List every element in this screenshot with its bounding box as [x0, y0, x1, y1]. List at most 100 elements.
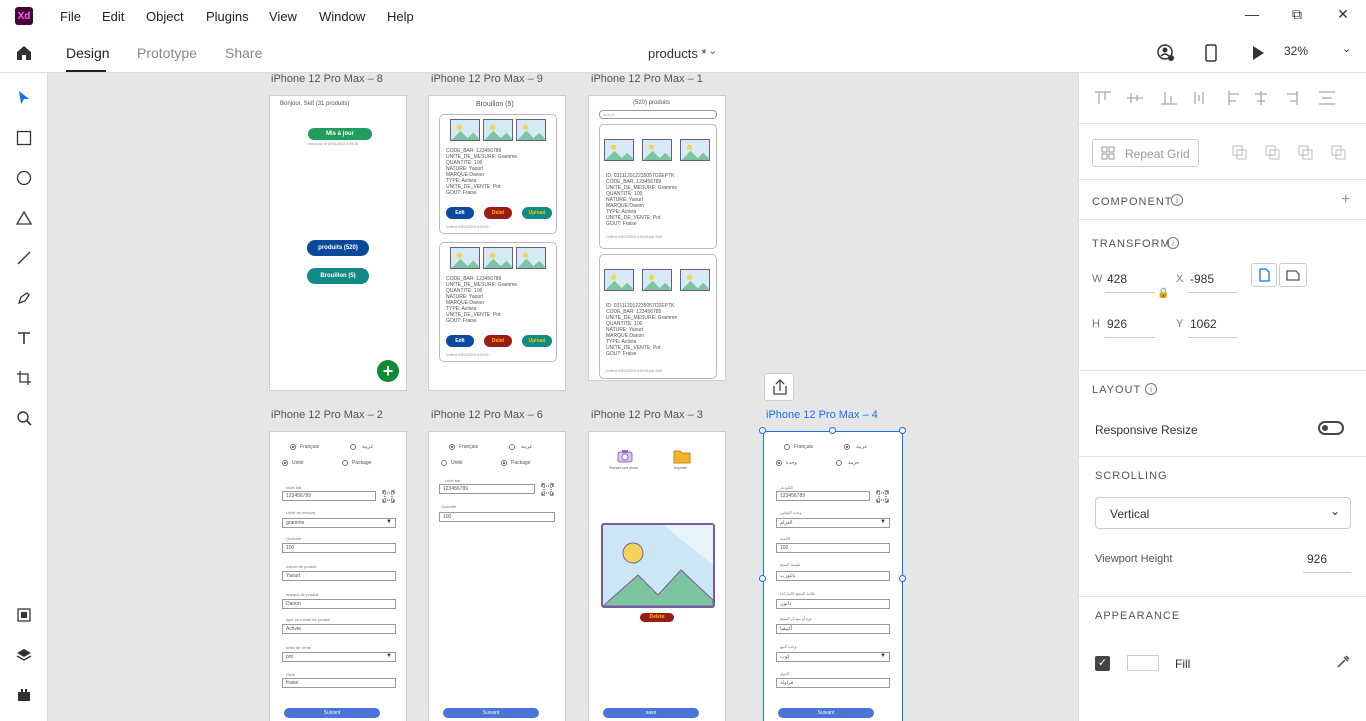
resize-handle[interactable]	[759, 427, 766, 434]
menu-object[interactable]: Object	[146, 9, 184, 24]
artboard-title-selected[interactable]: iPhone 12 Pro Max – 4	[766, 409, 878, 421]
select-tool-icon[interactable]	[14, 88, 34, 108]
camera-icon[interactable]	[617, 449, 633, 463]
radio-french[interactable]	[290, 444, 296, 450]
dropdown-arrow-icon[interactable]: ▼	[386, 519, 392, 525]
barcode-scan-icon[interactable]	[876, 490, 889, 503]
radio-arabic[interactable]	[509, 444, 515, 450]
sale-unit-select[interactable]: pot	[282, 652, 396, 662]
radio-unit[interactable]	[776, 460, 782, 466]
next-button[interactable]: Suivant	[284, 708, 380, 718]
resize-handle[interactable]	[759, 575, 766, 582]
responsive-resize-toggle[interactable]	[1318, 421, 1344, 435]
radio-package[interactable]	[342, 460, 348, 466]
resize-handle[interactable]	[899, 575, 906, 582]
repeat-grid-button[interactable]: Repeat Grid	[1092, 139, 1199, 167]
assets-icon[interactable]	[14, 605, 34, 625]
next-button[interactable]: Suivant	[443, 708, 539, 718]
boolean-ops-icons[interactable]	[1231, 144, 1351, 160]
taste-input[interactable]: fraise	[282, 678, 396, 688]
menu-file[interactable]: File	[60, 9, 81, 24]
close-icon[interactable]: ✕	[1333, 6, 1353, 26]
share-user-icon[interactable]	[1156, 43, 1176, 63]
products-button[interactable]: produits (520)	[307, 240, 369, 256]
artboard-title[interactable]: iPhone 12 Pro Max – 2	[271, 409, 383, 421]
viewport-height-input[interactable]: 926	[1307, 552, 1327, 566]
minimize-icon[interactable]: —	[1242, 6, 1262, 26]
edit-button[interactable]: Edit	[446, 335, 474, 347]
zoom-level[interactable]: 32%	[1284, 44, 1308, 58]
eyedropper-icon[interactable]	[1335, 654, 1351, 670]
menu-help[interactable]: Help	[387, 9, 414, 24]
tab-design[interactable]: Design	[66, 45, 110, 61]
artboard-tool-icon[interactable]	[14, 368, 34, 388]
save-button[interactable]: save	[603, 708, 699, 718]
artboard-home[interactable]: Bonjour, Seif (31 produits) Mis à jour m…	[269, 95, 407, 391]
folder-icon[interactable]	[673, 449, 691, 464]
zoom-tool-icon[interactable]	[14, 408, 34, 428]
document-title[interactable]: products *	[648, 46, 707, 61]
unit-select[interactable]: الغرام	[776, 518, 890, 528]
menu-edit[interactable]: Edit	[102, 9, 124, 24]
canvas[interactable]: iPhone 12 Pro Max – 8 Bonjour, Seif (31 …	[48, 73, 1078, 721]
x-input[interactable]: -985	[1190, 272, 1214, 286]
radio-package[interactable]	[501, 460, 507, 466]
menu-window[interactable]: Window	[319, 9, 365, 24]
artboard-title[interactable]: iPhone 12 Pro Max – 6	[431, 409, 543, 421]
plugins-icon[interactable]	[14, 685, 34, 705]
taste-input[interactable]: فراولة	[776, 678, 890, 688]
update-button[interactable]: Mis à jour	[308, 128, 372, 140]
delete-image-button[interactable]: Delete	[640, 613, 674, 622]
tab-share[interactable]: Share	[225, 45, 262, 61]
quantity-input[interactable]: 100	[439, 512, 555, 522]
barcode-input[interactable]: 123456789	[776, 491, 870, 501]
brand-input[interactable]: Danon	[282, 599, 396, 609]
add-fab-button[interactable]: +	[377, 360, 399, 382]
drafts-button[interactable]: Brouillon (5)	[307, 268, 369, 284]
delete-button[interactable]: Delet	[484, 207, 512, 219]
rectangle-tool-icon[interactable]	[14, 128, 34, 148]
artboard-form-fr[interactable]: Français عربية Unité Package code bar 12…	[269, 431, 407, 721]
scroll-mode-select[interactable]: Vertical ⌄	[1095, 497, 1351, 529]
polygon-tool-icon[interactable]	[14, 208, 34, 228]
artboard-title[interactable]: iPhone 12 Pro Max – 8	[271, 73, 383, 85]
radio-unit[interactable]	[441, 460, 447, 466]
radio-french[interactable]	[449, 444, 455, 450]
ellipse-tool-icon[interactable]	[14, 168, 34, 188]
info-icon[interactable]: i	[1167, 237, 1179, 249]
dropdown-arrow-icon[interactable]: ▼	[880, 519, 886, 525]
radio-arabic[interactable]	[844, 444, 850, 450]
sale-unit-select[interactable]: كوب	[776, 652, 890, 662]
fill-checkbox[interactable]: ✓	[1095, 656, 1110, 671]
menu-view[interactable]: View	[269, 9, 297, 24]
radio-unit[interactable]	[282, 460, 288, 466]
width-input[interactable]: 428	[1107, 272, 1127, 286]
type-input[interactable]: Activia	[282, 624, 396, 634]
restore-icon[interactable]: ⧉	[1287, 6, 1307, 26]
barcode-scan-icon[interactable]	[541, 483, 554, 496]
line-tool-icon[interactable]	[14, 248, 34, 268]
upload-button[interactable]: Upload	[522, 335, 552, 347]
text-tool-icon[interactable]	[14, 328, 34, 348]
info-icon[interactable]: i	[1145, 383, 1157, 395]
dropdown-arrow-icon[interactable]: ▼	[880, 653, 886, 659]
menu-plugins[interactable]: Plugins	[206, 9, 249, 24]
landscape-orientation-icon[interactable]	[1279, 263, 1307, 287]
pen-tool-icon[interactable]	[14, 288, 34, 308]
portrait-orientation-icon[interactable]	[1251, 263, 1277, 287]
artboard-products[interactable]: (520) produits search ID: 03111201223505…	[588, 95, 726, 381]
layers-icon[interactable]	[14, 645, 34, 665]
brand-input[interactable]: دانون	[776, 599, 890, 609]
artboard-form-ar[interactable]: Français عربية وحدة حزمة الكودبار 123456…	[763, 431, 903, 721]
nature-input[interactable]: Yaourt	[282, 571, 396, 581]
device-preview-icon[interactable]	[1203, 43, 1219, 63]
y-input[interactable]: 1062	[1190, 317, 1217, 331]
search-input[interactable]: search	[599, 110, 717, 119]
radio-french[interactable]	[784, 444, 790, 450]
height-input[interactable]: 926	[1107, 317, 1127, 331]
radio-package[interactable]	[836, 460, 842, 466]
delete-button[interactable]: Delet	[484, 335, 512, 347]
quantity-input[interactable]: 100	[282, 543, 396, 553]
fill-color-swatch[interactable]	[1127, 655, 1159, 671]
artboard-form-package[interactable]: Français عربية Unité Package code bar 12…	[428, 431, 566, 721]
